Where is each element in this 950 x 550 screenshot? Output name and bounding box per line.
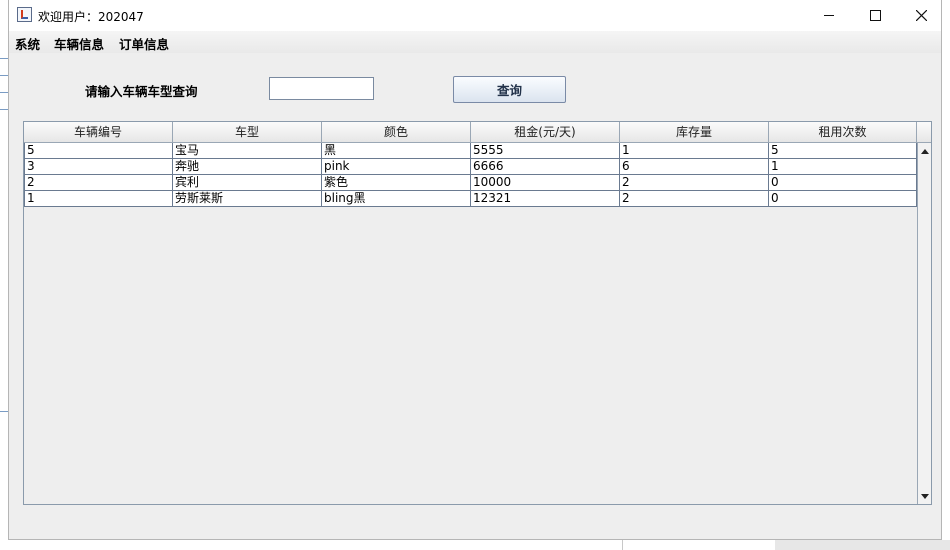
maximize-icon	[869, 10, 881, 21]
cell-stock[interactable]: 1	[620, 143, 769, 158]
background-divider	[622, 540, 623, 550]
column-header-vehicle-id[interactable]: 车辆编号	[24, 122, 173, 142]
column-header-color[interactable]: 颜色	[322, 122, 471, 142]
cell-model[interactable]: 宾利	[173, 175, 322, 190]
column-header-rent[interactable]: 租金(元/天)	[471, 122, 620, 142]
vehicle-table: 车辆编号 车型 颜色 租金(元/天) 库存量 租用次数 5 宝马 黑 5555 …	[23, 121, 932, 505]
table-header: 车辆编号 车型 颜色 租金(元/天) 库存量 租用次数	[24, 122, 917, 143]
vertical-scrollbar[interactable]	[917, 143, 931, 504]
table-row[interactable]: 5 宝马 黑 5555 1 5	[24, 143, 917, 159]
table-row[interactable]: 2 宾利 紫色 10000 2 0	[24, 175, 917, 191]
cell-rental-count[interactable]: 0	[769, 175, 917, 190]
column-header-rental-count[interactable]: 租用次数	[769, 122, 917, 142]
cell-vehicle-id[interactable]: 5	[24, 143, 173, 158]
maximize-button[interactable]	[852, 0, 898, 31]
cell-color[interactable]: 紫色	[322, 175, 471, 190]
title-bar[interactable]: 欢迎用户：202047	[9, 0, 941, 31]
minimize-button[interactable]	[806, 0, 852, 31]
background-panel	[775, 540, 950, 550]
table-row[interactable]: 1 劳斯莱斯 bling黑 12321 2 0	[24, 191, 917, 207]
minimize-icon	[824, 15, 834, 16]
cell-rent[interactable]: 10000	[471, 175, 620, 190]
cell-rental-count[interactable]: 5	[769, 143, 917, 158]
cell-model[interactable]: 宝马	[173, 143, 322, 158]
table-row[interactable]: 3 奔驰 pink 6666 6 1	[24, 159, 917, 175]
column-header-model[interactable]: 车型	[173, 122, 322, 142]
cell-model[interactable]: 奔驰	[173, 159, 322, 174]
cell-rent[interactable]: 6666	[471, 159, 620, 174]
column-header-stock[interactable]: 库存量	[620, 122, 769, 142]
cell-stock[interactable]: 2	[620, 191, 769, 206]
cell-stock[interactable]: 6	[620, 159, 769, 174]
cell-vehicle-id[interactable]: 3	[24, 159, 173, 174]
close-icon	[915, 10, 927, 21]
window-title: 欢迎用户：202047	[38, 10, 144, 24]
scroll-down-button[interactable]	[918, 488, 931, 504]
main-window: 欢迎用户：202047 系统 车辆信息 订单信息 请输入车辆车型查询 查询 车辆…	[8, 0, 942, 540]
background-line	[0, 109, 8, 110]
cell-rental-count[interactable]: 1	[769, 159, 917, 174]
cell-vehicle-id[interactable]: 1	[24, 191, 173, 206]
search-label: 请输入车辆车型查询	[85, 84, 198, 99]
cell-rent[interactable]: 5555	[471, 143, 620, 158]
table-body: 5 宝马 黑 5555 1 5 3 奔驰 pink 6666 6 1 2 宾利 …	[24, 143, 917, 207]
menu-vehicle-info[interactable]: 车辆信息	[54, 34, 104, 53]
scroll-corner	[917, 122, 931, 143]
background-line	[0, 75, 8, 76]
arrow-down-icon	[920, 493, 929, 499]
search-input[interactable]	[269, 77, 374, 100]
search-button[interactable]: 查询	[453, 76, 566, 103]
arrow-up-icon	[920, 148, 929, 154]
menu-bar: 系统 车辆信息 订单信息	[9, 31, 941, 53]
cell-color[interactable]: bling黑	[322, 191, 471, 206]
cell-color[interactable]: 黑	[322, 143, 471, 158]
menu-system[interactable]: 系统	[15, 34, 40, 53]
cell-rent[interactable]: 12321	[471, 191, 620, 206]
cell-rental-count[interactable]: 0	[769, 191, 917, 206]
java-cup-icon	[17, 7, 32, 22]
cell-model[interactable]: 劳斯莱斯	[173, 191, 322, 206]
scroll-up-button[interactable]	[918, 143, 931, 159]
menu-order-info[interactable]: 订单信息	[119, 34, 169, 53]
cell-vehicle-id[interactable]: 2	[24, 175, 173, 190]
cell-color[interactable]: pink	[322, 159, 471, 174]
desktop-background	[0, 0, 8, 550]
background-line	[0, 411, 8, 412]
cell-stock[interactable]: 2	[620, 175, 769, 190]
close-button[interactable]	[898, 0, 944, 31]
background-line	[0, 58, 8, 59]
background-line	[0, 92, 8, 93]
